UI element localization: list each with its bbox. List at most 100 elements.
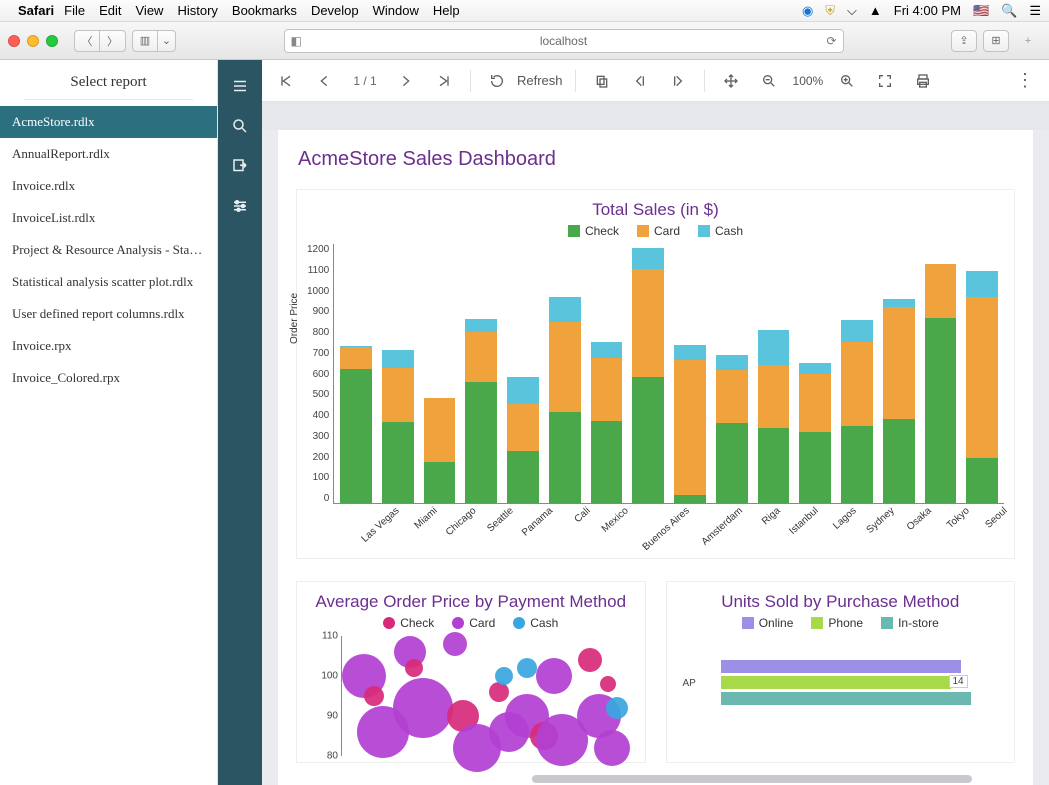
menu-help[interactable]: Help bbox=[433, 3, 460, 18]
y-tick: 900 bbox=[313, 306, 330, 317]
zoom-in-button[interactable] bbox=[833, 67, 861, 95]
bar bbox=[758, 330, 790, 503]
forward-button[interactable]: 〉 bbox=[100, 30, 126, 52]
tabs-button[interactable]: ⊞ bbox=[983, 30, 1009, 52]
shield-icon[interactable]: ⛨ bbox=[825, 3, 835, 19]
search-icon[interactable] bbox=[218, 106, 262, 146]
teamviewer-icon[interactable]: ◉ bbox=[802, 3, 813, 19]
more-menu-button[interactable]: ⋮ bbox=[1011, 67, 1039, 95]
bar bbox=[465, 319, 497, 503]
bar bbox=[674, 345, 706, 503]
y-tick: 1000 bbox=[307, 286, 329, 297]
bar bbox=[841, 320, 873, 503]
export-icon[interactable] bbox=[218, 146, 262, 186]
sidebar-toggle-button[interactable]: ▥ bbox=[132, 30, 158, 52]
sliders-icon[interactable] bbox=[218, 186, 262, 226]
y-tick: 300 bbox=[313, 431, 330, 442]
report-item[interactable]: Invoice.rdlx bbox=[0, 170, 217, 202]
next-page-button[interactable] bbox=[392, 67, 420, 95]
y-tick: 1200 bbox=[307, 244, 329, 255]
legend-item: Cash bbox=[513, 616, 558, 630]
y-tick: 700 bbox=[313, 348, 330, 359]
menu-file[interactable]: File bbox=[64, 3, 85, 18]
page-indicator: 1 / 1 bbox=[348, 74, 382, 88]
report-item[interactable]: Statistical analysis scatter plot.rdlx bbox=[0, 266, 217, 298]
report-item[interactable]: InvoiceList.rdlx bbox=[0, 202, 217, 234]
y-tick: 100 bbox=[313, 472, 330, 483]
hbar bbox=[721, 660, 961, 673]
hamburger-icon[interactable] bbox=[218, 66, 262, 106]
share-button[interactable]: ⇪ bbox=[951, 30, 977, 52]
y-tick: 500 bbox=[313, 389, 330, 400]
chart-title: Units Sold by Purchase Method bbox=[677, 592, 1005, 612]
divider bbox=[24, 99, 193, 100]
horizontal-scrollbar[interactable] bbox=[532, 775, 972, 783]
eject-icon[interactable]: ▲ bbox=[869, 3, 882, 18]
y-tick: 600 bbox=[313, 369, 330, 380]
report-item[interactable]: AcmeStore.rdlx bbox=[0, 106, 217, 138]
chart-title: Total Sales (in $) bbox=[307, 200, 1004, 220]
fullscreen-button[interactable] bbox=[871, 67, 899, 95]
sidebar-dropdown-button[interactable]: ⌄ bbox=[158, 30, 176, 52]
report-canvas[interactable]: AcmeStore Sales Dashboard Total Sales (i… bbox=[262, 102, 1049, 785]
dashboard-title: AcmeStore Sales Dashboard bbox=[298, 148, 1015, 171]
y-tick: 200 bbox=[313, 452, 330, 463]
address-bar[interactable]: ◧ localhost ⟳ bbox=[284, 29, 844, 53]
report-item[interactable]: User defined report columns.rdlx bbox=[0, 298, 217, 330]
hbar bbox=[721, 676, 951, 689]
menu-history[interactable]: History bbox=[177, 3, 217, 18]
bubble-point bbox=[517, 658, 537, 678]
menu-develop[interactable]: Develop bbox=[311, 3, 359, 18]
hbar bbox=[721, 692, 971, 705]
chart-plot-area bbox=[333, 244, 1004, 504]
report-item[interactable]: Invoice.rpx bbox=[0, 330, 217, 362]
spotlight-icon[interactable]: 🔍 bbox=[1001, 3, 1017, 19]
report-item[interactable]: AnnualReport.rdlx bbox=[0, 138, 217, 170]
first-page-button[interactable] bbox=[272, 67, 300, 95]
last-page-button[interactable] bbox=[430, 67, 458, 95]
report-viewer: 1 / 1 Refresh 100% ⋮ AcmeStore Sales Das… bbox=[262, 60, 1049, 785]
menu-edit[interactable]: Edit bbox=[99, 3, 121, 18]
y-tick: 1100 bbox=[308, 265, 330, 276]
history-forward-button[interactable] bbox=[664, 67, 692, 95]
zoom-out-button[interactable] bbox=[755, 67, 783, 95]
viewer-side-rail bbox=[218, 60, 262, 785]
bar bbox=[925, 264, 957, 503]
menu-view[interactable]: View bbox=[136, 3, 164, 18]
close-window-button[interactable] bbox=[8, 35, 20, 47]
menubar-clock[interactable]: Fri 4:00 PM bbox=[894, 3, 961, 18]
bubble-point bbox=[578, 648, 602, 672]
zoom-window-button[interactable] bbox=[46, 35, 58, 47]
flag-icon[interactable]: 🇺🇸 bbox=[973, 3, 989, 19]
x-axis-labels: Las VegasMiamiChicagoSeattlePanamaCaliMe… bbox=[307, 504, 1004, 552]
menubar-appname[interactable]: Safari bbox=[18, 3, 54, 18]
back-button[interactable]: 〈 bbox=[74, 30, 100, 52]
refresh-label: Refresh bbox=[517, 73, 563, 88]
menu-bookmarks[interactable]: Bookmarks bbox=[232, 3, 297, 18]
minimize-window-button[interactable] bbox=[27, 35, 39, 47]
reader-icon[interactable]: ◧ bbox=[291, 34, 302, 48]
report-item[interactable]: Invoice_Colored.rpx bbox=[0, 362, 217, 394]
report-list-panel: Select report AcmeStore.rdlxAnnualReport… bbox=[0, 60, 218, 785]
prev-page-button[interactable] bbox=[310, 67, 338, 95]
wifi-icon[interactable]: ⌵ bbox=[847, 3, 857, 19]
y-tick: 400 bbox=[313, 410, 330, 421]
pan-button[interactable] bbox=[717, 67, 745, 95]
copy-button[interactable] bbox=[588, 67, 616, 95]
menu-window[interactable]: Window bbox=[373, 3, 419, 18]
chart-legend: OnlinePhoneIn-store bbox=[677, 616, 1005, 630]
bubble-point bbox=[443, 632, 467, 656]
print-button[interactable] bbox=[909, 67, 937, 95]
list-icon[interactable]: ☰ bbox=[1029, 3, 1041, 19]
report-item[interactable]: Project & Resource Analysis - Staff … bbox=[0, 234, 217, 266]
history-back-button[interactable] bbox=[626, 67, 654, 95]
bubble-point bbox=[536, 658, 572, 694]
y-tick: 800 bbox=[313, 327, 330, 338]
legend-item: In-store bbox=[881, 616, 939, 630]
value-label: 14 bbox=[949, 675, 968, 688]
reload-icon[interactable]: ⟳ bbox=[826, 34, 836, 48]
refresh-button[interactable] bbox=[483, 67, 511, 95]
bar bbox=[424, 398, 456, 503]
legend-item: Check bbox=[568, 224, 619, 238]
new-tab-button[interactable]: + bbox=[1015, 30, 1041, 52]
